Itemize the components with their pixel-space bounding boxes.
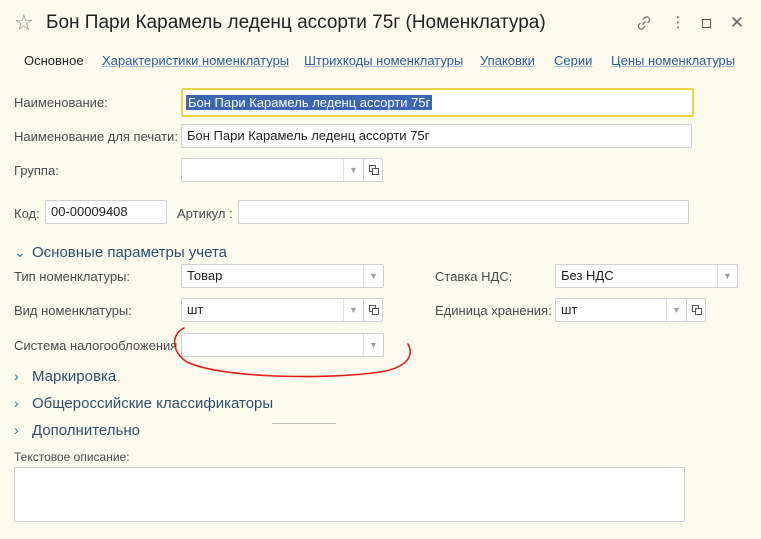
storage-unit-open-button[interactable] bbox=[686, 298, 706, 322]
chevron-down-icon[interactable]: ▼ bbox=[666, 299, 686, 321]
group-label: Группа: bbox=[14, 163, 59, 178]
marking-section-header[interactable]: › Маркировка bbox=[14, 366, 116, 387]
type-select[interactable]: Товар ▼ bbox=[181, 264, 384, 288]
kind-select[interactable]: шт ▼ bbox=[181, 298, 364, 322]
group-open-button[interactable] bbox=[363, 158, 383, 182]
description-label: Текстовое описание: bbox=[14, 450, 130, 464]
article-field[interactable] bbox=[238, 200, 689, 224]
maximize-icon[interactable] bbox=[695, 12, 717, 34]
classifiers-section-label: Общероссийские классификаторы bbox=[32, 395, 274, 412]
name-label: Наименование: bbox=[14, 95, 108, 110]
description-textarea[interactable] bbox=[14, 467, 685, 522]
title-bar: ☆ Бон Пари Карамель леденц ассорти 75г (… bbox=[0, 0, 761, 46]
accounting-section-header[interactable]: ⌄ Основные параметры учета bbox=[14, 242, 227, 263]
chevron-down-icon: ⌄ bbox=[14, 244, 26, 260]
name-field[interactable]: Бон Пари Карамель леденц ассорти 75г bbox=[181, 88, 694, 117]
tab-series[interactable]: Серии bbox=[554, 52, 592, 70]
kind-open-button[interactable] bbox=[363, 298, 383, 322]
vat-value: Без НДС bbox=[561, 268, 614, 283]
code-label: Код: bbox=[14, 206, 40, 221]
name-value: Бон Пари Карамель леденц ассорти 75г bbox=[186, 95, 433, 110]
annotation-underline bbox=[173, 327, 411, 378]
tab-main[interactable]: Основное bbox=[24, 52, 84, 70]
window-title: Бон Пари Карамель леденц ассорти 75г (Но… bbox=[46, 12, 546, 33]
marking-section-label: Маркировка bbox=[32, 368, 117, 385]
more-icon[interactable]: ⋮ bbox=[667, 12, 689, 34]
tax-system-label: Система налогообложения bbox=[14, 338, 178, 353]
vat-label: Ставка НДС: bbox=[435, 269, 513, 284]
close-icon[interactable]: ✕ bbox=[726, 12, 748, 34]
star-icon[interactable]: ☆ bbox=[14, 9, 34, 37]
divider bbox=[272, 423, 336, 424]
additional-section-header[interactable]: › Дополнительно bbox=[14, 420, 140, 441]
tab-prices[interactable]: Цены номенклатуры bbox=[611, 52, 735, 70]
kind-value: шт bbox=[187, 302, 204, 317]
additional-section-label: Дополнительно bbox=[32, 422, 140, 439]
article-label: Артикул : bbox=[177, 206, 233, 221]
chevron-down-icon[interactable]: ▼ bbox=[717, 265, 737, 287]
link-icon[interactable] bbox=[633, 12, 655, 34]
tab-packages[interactable]: Упаковки bbox=[480, 52, 535, 70]
chevron-right-icon: › bbox=[14, 395, 19, 411]
tab-barcodes[interactable]: Штрихкоды номенклатуры bbox=[304, 52, 463, 70]
print-name-label: Наименование для печати: bbox=[14, 129, 178, 144]
type-value: Товар bbox=[187, 268, 223, 283]
classifiers-section-header[interactable]: › Общероссийские классификаторы bbox=[14, 393, 273, 414]
type-label: Тип номенклатуры: bbox=[14, 269, 131, 284]
tab-characteristics[interactable]: Характеристики номенклатуры bbox=[102, 52, 289, 70]
vat-select[interactable]: Без НДС ▼ bbox=[555, 264, 738, 288]
kind-label: Вид номенклатуры: bbox=[14, 303, 132, 318]
group-select[interactable]: ▼ bbox=[181, 158, 364, 182]
chevron-right-icon: › bbox=[14, 422, 19, 438]
chevron-down-icon[interactable]: ▼ bbox=[343, 159, 363, 181]
chevron-right-icon: › bbox=[14, 368, 19, 384]
storage-unit-value: шт bbox=[561, 302, 578, 317]
print-name-field[interactable]: Бон Пари Карамель леденц ассорти 75г bbox=[181, 124, 692, 148]
chevron-down-icon[interactable]: ▼ bbox=[363, 265, 383, 287]
code-field[interactable]: 00-00009408 bbox=[45, 200, 167, 224]
accounting-section-label: Основные параметры учета bbox=[32, 244, 228, 261]
storage-unit-select[interactable]: шт ▼ bbox=[555, 298, 687, 322]
chevron-down-icon[interactable]: ▼ bbox=[343, 299, 363, 321]
storage-unit-label: Единица хранения: bbox=[435, 303, 552, 318]
